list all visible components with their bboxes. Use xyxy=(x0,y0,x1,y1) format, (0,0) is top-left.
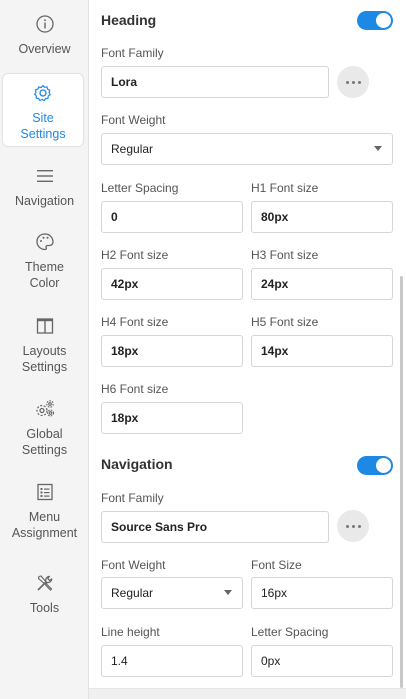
sidebar-item-theme-color[interactable]: Theme Color xyxy=(0,231,89,291)
panel-scrollbar[interactable] xyxy=(400,276,403,688)
sidebar-item-label: Navigation xyxy=(14,194,75,208)
navigation-font-family-label: Font Family xyxy=(101,491,164,505)
sidebar-item-label: Site Settings xyxy=(20,111,66,141)
sidebar-item-global-settings[interactable]: Global Settings xyxy=(0,398,89,458)
navigation-line-height-input[interactable]: 1.4 xyxy=(101,645,243,677)
navigation-font-weight-select[interactable]: Regular xyxy=(101,577,243,609)
h6-font-size-label: H6 Font size xyxy=(101,382,169,396)
h2-font-size-input[interactable]: 42px xyxy=(101,268,243,300)
h2-font-size-label: H2 Font size xyxy=(101,248,169,262)
gear-icon xyxy=(32,82,54,104)
chevron-down-icon xyxy=(374,146,382,151)
sidebar-item-label: Menu Assignment xyxy=(11,510,78,540)
sidebar-item-site-settings[interactable]: Site Settings xyxy=(2,73,84,147)
navigation-letter-spacing-label: Letter Spacing xyxy=(251,625,329,639)
h6-font-size-input[interactable]: 18px xyxy=(101,402,243,434)
navigation-line-height-label: Line height xyxy=(101,625,160,639)
sidebar-item-label: Overview xyxy=(18,42,71,56)
heading-font-family-input[interactable]: Lora xyxy=(101,66,329,98)
heading-section-title: Heading xyxy=(101,12,157,28)
h3-font-size-input[interactable]: 24px xyxy=(251,268,393,300)
tools-icon xyxy=(34,572,56,594)
navigation-font-options-button[interactable] xyxy=(337,510,369,542)
heading-font-weight-label: Font Weight xyxy=(101,113,166,127)
heading-letter-spacing-input[interactable]: 0 xyxy=(101,201,243,233)
heading-font-weight-value: Regular xyxy=(111,142,154,156)
navigation-font-weight-label: Font Weight xyxy=(101,558,166,572)
palette-icon xyxy=(34,231,56,253)
panel-bottom-bar xyxy=(89,688,406,699)
heading-font-weight-select[interactable]: Regular xyxy=(101,133,393,165)
h1-font-size-input[interactable]: 80px xyxy=(251,201,393,233)
sidebar-item-overview[interactable]: Overview xyxy=(0,13,89,57)
list-icon xyxy=(34,481,56,503)
h5-font-size-label: H5 Font size xyxy=(251,315,319,329)
heading-toggle[interactable] xyxy=(357,11,393,30)
h1-font-size-label: H1 Font size xyxy=(251,181,319,195)
navigation-font-weight-value: Regular xyxy=(111,586,154,600)
sidebar: Overview Site Settings Navigation Theme … xyxy=(0,0,89,699)
navigation-toggle[interactable] xyxy=(357,456,393,475)
sidebar-item-label: Global Settings xyxy=(21,427,68,457)
more-dots-icon xyxy=(345,80,349,84)
sidebar-item-tools[interactable]: Tools xyxy=(0,572,89,616)
navigation-font-family-input[interactable]: Source Sans Pro xyxy=(101,511,329,543)
navigation-font-size-label: Font Size xyxy=(251,558,302,572)
gears-icon xyxy=(34,398,56,420)
heading-font-options-button[interactable] xyxy=(337,66,369,98)
heading-letter-spacing-label: Letter Spacing xyxy=(101,181,179,195)
sidebar-item-label: Layouts Settings xyxy=(21,344,68,374)
sidebar-item-navigation[interactable]: Navigation xyxy=(0,165,89,209)
h5-font-size-input[interactable]: 14px xyxy=(251,335,393,367)
h3-font-size-label: H3 Font size xyxy=(251,248,319,262)
navigation-letter-spacing-input[interactable]: 0px xyxy=(251,645,393,677)
sidebar-item-label: Tools xyxy=(29,601,60,615)
h4-font-size-label: H4 Font size xyxy=(101,315,169,329)
sidebar-item-menu-assignment[interactable]: Menu Assignment xyxy=(0,481,89,541)
navigation-font-size-input[interactable]: 16px xyxy=(251,577,393,609)
navigation-section-title: Navigation xyxy=(101,456,173,472)
heading-font-family-label: Font Family xyxy=(101,46,164,60)
more-dots-icon xyxy=(345,524,349,528)
layout-icon xyxy=(34,315,56,337)
h4-font-size-input[interactable]: 18px xyxy=(101,335,243,367)
chevron-down-icon xyxy=(224,590,232,595)
sidebar-item-label: Theme Color xyxy=(25,260,64,290)
info-icon xyxy=(34,13,56,35)
sidebar-item-layouts-settings[interactable]: Layouts Settings xyxy=(0,315,89,375)
menu-icon xyxy=(34,165,56,187)
